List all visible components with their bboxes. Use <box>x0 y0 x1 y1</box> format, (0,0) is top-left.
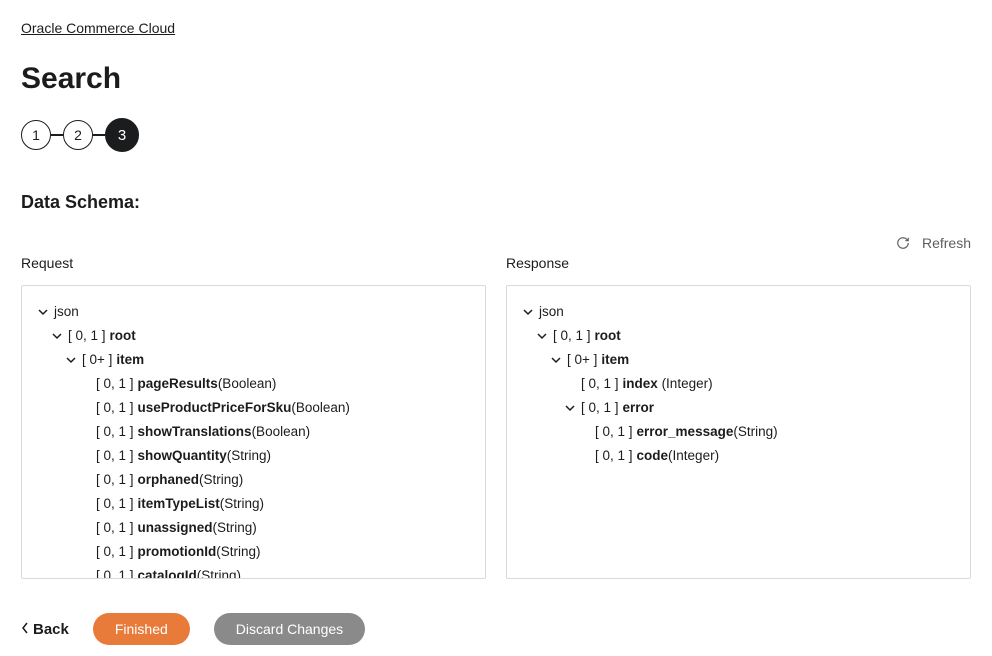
node-name: pageResults <box>138 372 218 396</box>
node-multiplicity: [ 0, 1 ] <box>96 540 134 564</box>
page-title: Search <box>21 62 971 96</box>
node-type: (String) <box>197 564 241 579</box>
node-multiplicity: [ 0, 1 ] <box>68 324 106 348</box>
node-type: (String) <box>199 468 243 492</box>
node-name: showQuantity <box>138 444 227 468</box>
node-name: code <box>637 444 669 468</box>
section-title: Data Schema: <box>21 192 971 213</box>
node-name: useProductPriceForSku <box>138 396 292 420</box>
node-multiplicity: [ 0, 1 ] <box>595 444 633 468</box>
node-label: json <box>539 300 564 324</box>
tree-node-leaf[interactable]: [ 0, 1 ] orphaned (String) <box>32 468 475 492</box>
node-type: (String) <box>216 540 260 564</box>
tree-node-leaf[interactable]: [ 0, 1 ] pageResults (Boolean) <box>32 372 475 396</box>
node-name: unassigned <box>138 516 213 540</box>
tree-node-leaf[interactable]: [ 0, 1 ] unassigned (String) <box>32 516 475 540</box>
node-name: root <box>110 324 136 348</box>
refresh-button[interactable]: Refresh <box>896 235 971 251</box>
step-connector <box>93 134 105 136</box>
node-label: json <box>54 300 79 324</box>
node-name: showTranslations <box>138 420 252 444</box>
node-type: (Integer) <box>668 444 719 468</box>
refresh-icon <box>896 236 910 250</box>
request-column: Request json [ 0, 1 ] root [ 0+ ] item [… <box>21 255 486 579</box>
tree-node-leaf[interactable]: [ 0, 1 ] showQuantity (String) <box>32 444 475 468</box>
finished-button[interactable]: Finished <box>93 613 190 645</box>
chevron-down-icon[interactable] <box>563 401 577 415</box>
node-multiplicity: [ 0+ ] <box>82 348 112 372</box>
node-name: itemTypeList <box>138 492 220 516</box>
tree-node-leaf[interactable]: [ 0, 1 ] itemTypeList (String) <box>32 492 475 516</box>
node-type: (String) <box>227 444 271 468</box>
chevron-down-icon[interactable] <box>64 353 78 367</box>
chevron-down-icon[interactable] <box>535 329 549 343</box>
node-name: index <box>623 372 658 396</box>
response-label: Response <box>506 255 971 271</box>
node-multiplicity: [ 0, 1 ] <box>96 396 134 420</box>
node-name: orphaned <box>138 468 200 492</box>
node-multiplicity: [ 0, 1 ] <box>96 420 134 444</box>
chevron-down-icon[interactable] <box>36 305 50 319</box>
breadcrumb[interactable]: Oracle Commerce Cloud <box>21 20 175 36</box>
node-multiplicity: [ 0, 1 ] <box>581 396 619 420</box>
node-type: (String) <box>220 492 264 516</box>
tree-node-item[interactable]: [ 0+ ] item <box>517 348 960 372</box>
node-multiplicity: [ 0+ ] <box>567 348 597 372</box>
tree-node-item[interactable]: [ 0+ ] item <box>32 348 475 372</box>
node-name: catalogId <box>138 564 197 579</box>
tree-node-leaf[interactable]: [ 0, 1 ] error_message (String) <box>517 420 960 444</box>
node-multiplicity: [ 0, 1 ] <box>96 516 134 540</box>
tree-node-leaf[interactable]: [ 0, 1 ] showTranslations (Boolean) <box>32 420 475 444</box>
node-multiplicity: [ 0, 1 ] <box>96 492 134 516</box>
tree-node-leaf[interactable]: [ 0, 1 ] code (Integer) <box>517 444 960 468</box>
node-multiplicity: [ 0, 1 ] <box>595 420 633 444</box>
step-1[interactable]: 1 <box>21 120 51 150</box>
node-type: (String) <box>213 516 257 540</box>
tree-node-root[interactable]: [ 0, 1 ] root <box>32 324 475 348</box>
tree-node-root[interactable]: [ 0, 1 ] root <box>517 324 960 348</box>
step-connector <box>51 134 63 136</box>
node-name: error <box>623 396 655 420</box>
request-panel: json [ 0, 1 ] root [ 0+ ] item [ 0, 1 ] … <box>21 285 486 579</box>
node-name: promotionId <box>138 540 217 564</box>
response-panel: json [ 0, 1 ] root [ 0+ ] item [ 0, 1 ] … <box>506 285 971 579</box>
node-multiplicity: [ 0, 1 ] <box>553 324 591 348</box>
tree-node-json[interactable]: json <box>32 300 475 324</box>
node-multiplicity: [ 0, 1 ] <box>96 468 134 492</box>
tree-node-error[interactable]: [ 0, 1 ] error <box>517 396 960 420</box>
node-type: (Boolean) <box>291 396 350 420</box>
tree-node-leaf[interactable]: [ 0, 1 ] promotionId (String) <box>32 540 475 564</box>
back-button[interactable]: Back <box>21 621 69 638</box>
node-name: item <box>116 348 144 372</box>
step-2[interactable]: 2 <box>63 120 93 150</box>
node-type: (String) <box>733 420 777 444</box>
discard-button[interactable]: Discard Changes <box>214 613 365 645</box>
tree-node-json[interactable]: json <box>517 300 960 324</box>
step-3[interactable]: 3 <box>105 118 139 152</box>
node-multiplicity: [ 0, 1 ] <box>96 444 134 468</box>
node-name: error_message <box>637 420 734 444</box>
node-type: (Boolean) <box>252 420 311 444</box>
tree-node-leaf[interactable]: [ 0, 1 ] index (Integer) <box>517 372 960 396</box>
chevron-down-icon[interactable] <box>549 353 563 367</box>
node-multiplicity: [ 0, 1 ] <box>96 372 134 396</box>
refresh-label: Refresh <box>922 235 971 251</box>
chevron-down-icon[interactable] <box>50 329 64 343</box>
node-type: (Boolean) <box>218 372 277 396</box>
node-multiplicity: [ 0, 1 ] <box>96 564 134 579</box>
chevron-down-icon[interactable] <box>521 305 535 319</box>
request-label: Request <box>21 255 486 271</box>
tree-node-leaf[interactable]: [ 0, 1 ] catalogId (String) <box>32 564 475 579</box>
tree-node-leaf[interactable]: [ 0, 1 ] useProductPriceForSku (Boolean) <box>32 396 475 420</box>
chevron-left-icon <box>21 621 29 638</box>
node-name: root <box>595 324 621 348</box>
back-label: Back <box>33 621 69 638</box>
node-multiplicity: [ 0, 1 ] <box>581 372 619 396</box>
response-column: Response json [ 0, 1 ] root [ 0+ ] item … <box>506 255 971 579</box>
stepper: 1 2 3 <box>21 118 971 152</box>
node-name: item <box>601 348 629 372</box>
